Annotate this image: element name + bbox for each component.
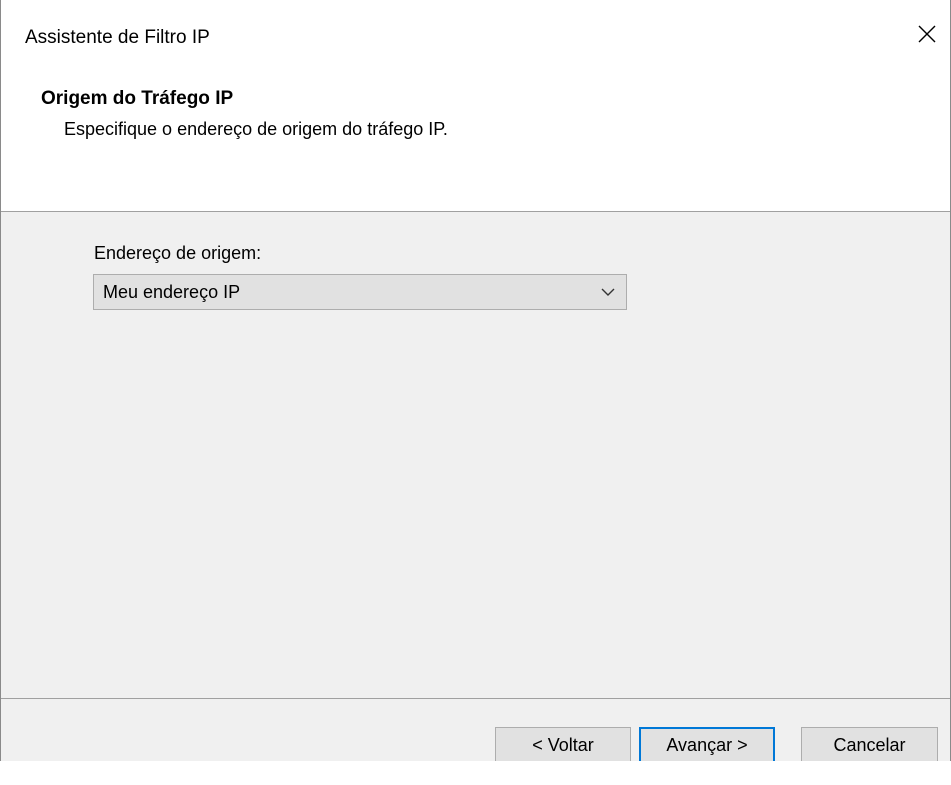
source-address-dropdown[interactable]: Meu endereço IP	[93, 274, 627, 310]
back-button[interactable]: < Voltar	[495, 727, 631, 763]
wizard-window: Assistente de Filtro IP Origem do Tráfeg…	[0, 0, 951, 763]
background-area	[0, 761, 951, 785]
wizard-content: Endereço de origem: Meu endereço IP	[1, 212, 950, 698]
source-address-value: Meu endereço IP	[103, 282, 241, 302]
page-title: Origem do Tráfego IP	[41, 88, 234, 109]
title-bar: Assistente de Filtro IP	[1, 0, 950, 60]
chevron-down-icon	[601, 288, 615, 296]
close-button[interactable]	[904, 14, 950, 54]
close-icon	[918, 25, 936, 43]
next-button[interactable]: Avançar >	[639, 727, 775, 763]
cancel-button[interactable]: Cancelar	[801, 727, 938, 763]
wizard-footer: < Voltar Avançar > Cancelar	[1, 699, 950, 763]
page-subtitle: Especifique o endereço de origem do tráf…	[64, 119, 448, 139]
window-title: Assistente de Filtro IP	[25, 27, 210, 48]
source-address-label: Endereço de origem:	[94, 243, 262, 263]
wizard-header: Origem do Tráfego IP Especifique o ender…	[1, 60, 950, 212]
